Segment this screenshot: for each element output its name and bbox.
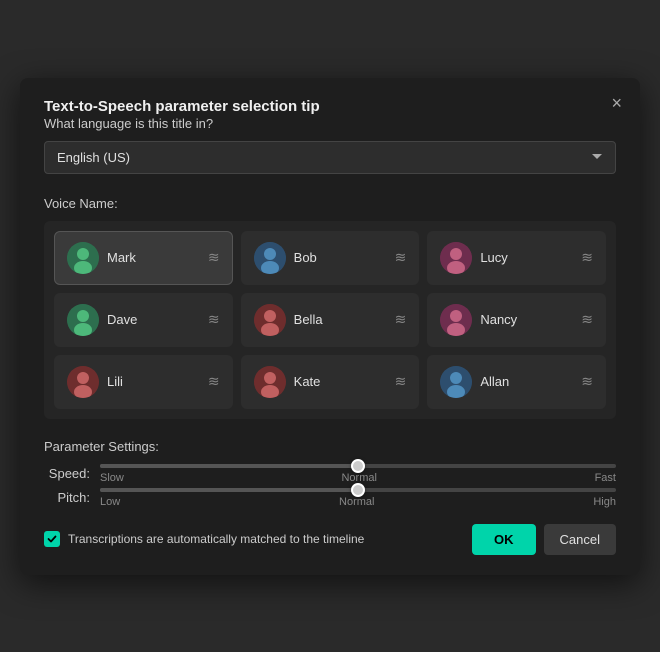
- language-section: What language is this title in? English …: [44, 116, 616, 174]
- avatar-bob: [254, 242, 286, 274]
- ok-button[interactable]: OK: [472, 524, 536, 555]
- voice-name-kate: Kate: [294, 374, 387, 389]
- avatar-kate: [254, 366, 286, 398]
- speed-slider-track[interactable]: [100, 464, 616, 468]
- voice-name-nancy: Nancy: [480, 312, 573, 327]
- pitch-label-high: High: [593, 496, 616, 508]
- checkbox-wrapper: Transcriptions are automatically matched…: [44, 531, 460, 547]
- wave-icon-nancy: ≋: [581, 311, 593, 328]
- voice-name-allan: Allan: [480, 374, 573, 389]
- avatar-bella: [254, 304, 286, 336]
- wave-icon-mark: ≋: [208, 249, 220, 266]
- speed-label-slow: Slow: [100, 472, 124, 484]
- speed-slider-wrapper: Slow Normal Fast: [100, 464, 616, 484]
- voice-card-lucy[interactable]: Lucy ≋: [427, 231, 606, 285]
- avatar-lili: [67, 366, 99, 398]
- language-select[interactable]: English (US) English (UK) Spanish French…: [44, 141, 616, 174]
- avatar-mark: [67, 242, 99, 274]
- wave-icon-allan: ≋: [581, 373, 593, 390]
- pitch-label-normal: Normal: [339, 496, 374, 508]
- avatar-nancy: [440, 304, 472, 336]
- pitch-label-low: Low: [100, 496, 120, 508]
- wave-icon-bella: ≋: [395, 311, 407, 328]
- voice-card-dave[interactable]: Dave ≋: [54, 293, 233, 347]
- dialog: Text-to-Speech parameter selection tip ×…: [20, 78, 640, 575]
- voice-card-kate[interactable]: Kate ≋: [241, 355, 420, 409]
- wave-icon-kate: ≋: [395, 373, 407, 390]
- pitch-slider-track[interactable]: [100, 488, 616, 492]
- voice-grid: Mark ≋ Bob ≋ Lucy ≋: [44, 221, 616, 419]
- pitch-label: Pitch:: [44, 490, 90, 505]
- voice-name-mark: Mark: [107, 250, 200, 265]
- parameter-section-label: Parameter Settings:: [44, 439, 616, 454]
- pitch-slider-labels: Low Normal High: [100, 496, 616, 508]
- voice-name-bob: Bob: [294, 250, 387, 265]
- voice-name-lucy: Lucy: [480, 250, 573, 265]
- transcription-checkbox[interactable]: [44, 531, 60, 547]
- language-question: What language is this title in?: [44, 116, 616, 131]
- pitch-slider-fill: [100, 488, 358, 492]
- pitch-row: Pitch: Low Normal High: [44, 488, 616, 508]
- voice-card-allan[interactable]: Allan ≋: [427, 355, 606, 409]
- avatar-dave: [67, 304, 99, 336]
- speed-row: Speed: Slow Normal Fast: [44, 464, 616, 484]
- cancel-button[interactable]: Cancel: [544, 524, 616, 555]
- pitch-slider-wrapper: Low Normal High: [100, 488, 616, 508]
- avatar-allan: [440, 366, 472, 398]
- speed-label-fast: Fast: [595, 472, 616, 484]
- speed-label: Speed:: [44, 466, 90, 481]
- transcription-checkbox-label: Transcriptions are automatically matched…: [68, 532, 364, 546]
- voice-section: Voice Name: Mark ≋ Bob ≋: [44, 196, 616, 419]
- pitch-slider-thumb[interactable]: [351, 483, 365, 497]
- avatar-lucy: [440, 242, 472, 274]
- wave-icon-bob: ≋: [395, 249, 407, 266]
- voice-card-lili[interactable]: Lili ≋: [54, 355, 233, 409]
- voice-name-bella: Bella: [294, 312, 387, 327]
- voice-name-lili: Lili: [107, 374, 200, 389]
- speed-slider-thumb[interactable]: [351, 459, 365, 473]
- wave-icon-lucy: ≋: [581, 249, 593, 266]
- dialog-title: Text-to-Speech parameter selection tip: [44, 98, 320, 115]
- parameter-section: Parameter Settings: Speed: Slow Normal F…: [44, 439, 616, 508]
- voice-name-dave: Dave: [107, 312, 200, 327]
- wave-icon-lili: ≋: [208, 373, 220, 390]
- voice-card-mark[interactable]: Mark ≋: [54, 231, 233, 285]
- voice-card-bella[interactable]: Bella ≋: [241, 293, 420, 347]
- close-button[interactable]: ×: [611, 94, 622, 112]
- voice-card-nancy[interactable]: Nancy ≋: [427, 293, 606, 347]
- speed-slider-fill: [100, 464, 358, 468]
- voice-card-bob[interactable]: Bob ≋: [241, 231, 420, 285]
- wave-icon-dave: ≋: [208, 311, 220, 328]
- voice-section-label: Voice Name:: [44, 196, 616, 211]
- dialog-footer: Transcriptions are automatically matched…: [44, 524, 616, 555]
